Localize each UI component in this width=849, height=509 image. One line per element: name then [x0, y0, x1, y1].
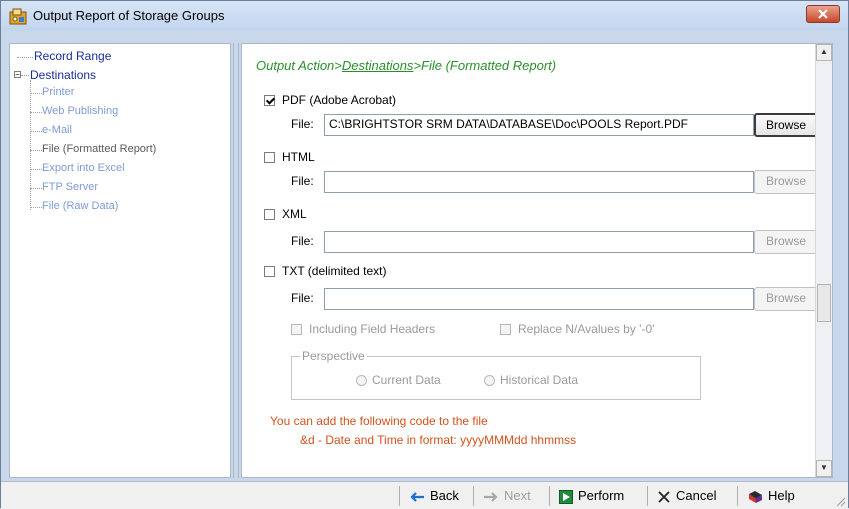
panel-splitter[interactable] [233, 43, 239, 478]
include-headers-option[interactable]: Including Field Headers [291, 322, 435, 336]
pdf-file-label: File: [291, 117, 314, 131]
note-line-2: &d - Date and Time in format: yyyyMMMdd … [300, 433, 577, 447]
toolbar-separator [399, 486, 400, 506]
current-data-option[interactable]: Current Data [356, 373, 441, 387]
vertical-scrollbar[interactable]: ▲ ▼ [815, 44, 832, 477]
tree-item-web-publishing[interactable]: Web Publishing [42, 105, 118, 117]
help-book-icon [749, 490, 762, 503]
help-label: Help [768, 488, 795, 503]
cancel-x-icon [658, 490, 670, 503]
html-file-input[interactable] [324, 171, 754, 193]
destination-settings-panel: Output Action>Destinations>File (Formatt… [241, 43, 833, 478]
tree-item-destinations[interactable]: Destinations [30, 68, 96, 82]
replace-na-checkbox[interactable] [500, 324, 511, 335]
tree-item-email[interactable]: e-Mail [42, 124, 72, 136]
breadcrumb-suffix: >File (Formatted Report) [413, 58, 557, 73]
txt-file-label: File: [291, 291, 314, 305]
historical-data-radio[interactable] [484, 375, 495, 386]
xml-label: XML [282, 207, 307, 221]
tree-item-ftp-server[interactable]: FTP Server [42, 181, 98, 193]
next-button[interactable]: Next [483, 485, 531, 507]
html-file-label: File: [291, 174, 314, 188]
window-title: Output Report of Storage Groups [33, 8, 225, 23]
html-checkbox-row[interactable]: HTML [264, 150, 315, 164]
xml-file-label: File: [291, 234, 314, 248]
xml-checkbox[interactable] [264, 209, 275, 220]
footer-toolbar: Back Next Perform Cancel Help [1, 481, 848, 509]
replace-na-option[interactable]: Replace N/Avalues by '-0' [500, 322, 654, 336]
replace-na-label: Replace N/Avalues by '-0' [518, 322, 655, 336]
txt-label: TXT (delimited text) [282, 264, 387, 278]
xml-checkbox-row[interactable]: XML [264, 207, 307, 221]
pdf-file-input[interactable]: C:\BRIGHTSTOR SRM DATA\DATABASE\Doc\POOL… [324, 114, 754, 136]
pdf-checkbox-row[interactable]: PDF (Adobe Acrobat) [264, 93, 396, 107]
tree-item-file-formatted-report[interactable]: File (Formatted Report) [42, 143, 156, 155]
back-button[interactable]: Back [409, 485, 459, 507]
xml-file-input[interactable] [324, 231, 754, 253]
toolbar-separator [737, 486, 738, 506]
tree-item-record-range[interactable]: Record Range [34, 49, 111, 63]
txt-checkbox[interactable] [264, 266, 275, 277]
back-label: Back [430, 488, 459, 503]
breadcrumb: Output Action>Destinations>File (Formatt… [256, 58, 556, 73]
perspective-group: Perspective Current Data Historical Data [291, 349, 701, 400]
pdf-checkbox[interactable] [264, 95, 275, 106]
scroll-up-button[interactable]: ▲ [816, 44, 832, 61]
back-arrow-icon [410, 491, 424, 502]
tree-item-printer[interactable]: Printer [42, 86, 74, 98]
next-arrow-icon [484, 491, 498, 502]
toolbar-separator [549, 486, 550, 506]
historical-data-label: Historical Data [500, 373, 579, 387]
help-button[interactable]: Help [747, 485, 795, 507]
tree-item-export-excel[interactable]: Export into Excel [42, 162, 125, 174]
note-line-1: You can add the following code to the fi… [270, 414, 488, 428]
app-icon [9, 8, 27, 25]
include-headers-label: Including Field Headers [309, 322, 436, 336]
close-icon [818, 9, 828, 19]
resize-grip-icon[interactable] [834, 495, 846, 507]
perform-label: Perform [578, 488, 625, 503]
txt-file-input[interactable] [324, 288, 754, 310]
toolbar-separator [473, 486, 474, 506]
dialog-window: Output Report of Storage Groups Record R… [0, 0, 849, 509]
navigation-tree: Record Range − Destinations Printer Web … [9, 43, 231, 478]
txt-browse-button[interactable]: Browse [754, 287, 818, 311]
close-button[interactable] [806, 5, 840, 23]
perform-button[interactable]: Perform [559, 485, 624, 507]
breadcrumb-prefix: Output Action> [256, 58, 342, 73]
perspective-legend: Perspective [300, 349, 367, 363]
next-label: Next [504, 488, 531, 503]
play-icon [559, 489, 573, 504]
html-label: HTML [282, 150, 315, 164]
breadcrumb-link-destinations[interactable]: Destinations [342, 58, 414, 73]
title-bar: Output Report of Storage Groups [1, 1, 848, 31]
xml-browse-button[interactable]: Browse [754, 230, 818, 254]
scroll-down-button[interactable]: ▼ [816, 460, 832, 477]
tree-expander-destinations[interactable]: − [14, 71, 21, 79]
html-checkbox[interactable] [264, 152, 275, 163]
current-data-label: Current Data [372, 373, 441, 387]
pdf-label: PDF (Adobe Acrobat) [282, 93, 397, 107]
txt-checkbox-row[interactable]: TXT (delimited text) [264, 264, 386, 278]
current-data-radio[interactable] [356, 375, 367, 386]
pdf-browse-button[interactable]: Browse [754, 113, 818, 137]
historical-data-option[interactable]: Historical Data [484, 373, 578, 387]
include-headers-checkbox[interactable] [291, 324, 302, 335]
tree-item-file-raw-data[interactable]: File (Raw Data) [42, 200, 118, 212]
toolbar-separator [647, 486, 648, 506]
cancel-button[interactable]: Cancel [657, 485, 716, 507]
cancel-label: Cancel [676, 488, 717, 503]
scroll-thumb[interactable] [817, 284, 831, 322]
html-browse-button[interactable]: Browse [754, 170, 818, 194]
